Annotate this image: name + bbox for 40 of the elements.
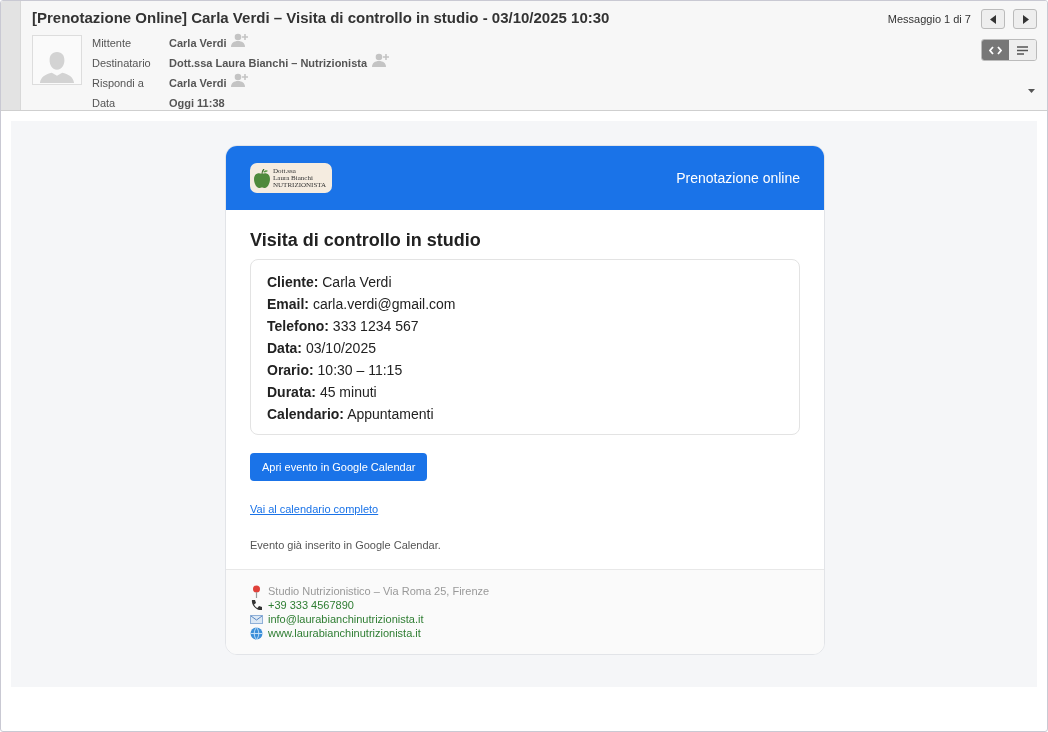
text-view-button[interactable] (1009, 40, 1036, 60)
expand-caret-icon[interactable] (1028, 89, 1035, 93)
html-view-button[interactable] (982, 40, 1009, 60)
field-value[interactable]: Carla Verdi (169, 37, 227, 49)
envelope-icon (250, 612, 263, 626)
detail-line: Cliente: Carla Verdi (267, 273, 393, 292)
code-icon (989, 45, 1002, 55)
globe-icon (250, 626, 263, 640)
field-label: Data (92, 97, 117, 109)
email-heading: Visita di controllo in studio (250, 230, 482, 251)
email-subject: [Prenotazione Online] Carla Verdi – Visita di controllo in studio - 03/10/2025 10:30 (32, 9, 610, 26)
field-label: Rispondi a (92, 77, 145, 89)
field-label: Mittente (92, 37, 133, 49)
lines-icon (1017, 45, 1028, 55)
open-calendar-button[interactable]: Apri evento in Google Calendar (250, 453, 428, 481)
note-text: Evento già inserito in Google Calendar. (250, 539, 442, 551)
field-value[interactable]: Carla Verdi (169, 77, 227, 89)
detail-line: Data: 03/10/2025 (267, 339, 377, 358)
contact-link[interactable]: +39 333 4567890 (268, 599, 354, 611)
field-label: Destinatario (92, 57, 152, 69)
avatar-icon (32, 35, 82, 85)
left-triangle-icon (989, 14, 997, 24)
pin-icon (250, 584, 263, 598)
detail-line: Orario: 10:30 – 11:15 (267, 361, 404, 380)
phone-icon (250, 598, 263, 612)
field-value[interactable]: Dott.ssa Laura Bianchi – Nutrizionista (169, 57, 368, 69)
address-text: Studio Nutrizionistico – Via Roma 25, Firenze (268, 585, 490, 597)
detail-line: Durata: 45 minuti (267, 383, 378, 402)
contact-link[interactable]: www.laurabianchinutrizionista.it (268, 627, 421, 639)
detail-line: Calendario: Appuntamenti (267, 405, 435, 424)
contact-link[interactable]: info@laurabianchinutrizionista.it (268, 613, 424, 625)
calendar-link[interactable]: Vai al calendario completo (250, 503, 379, 515)
field-value[interactable]: Oggi 11:38 (169, 97, 225, 109)
message-counter: Messaggio 1 di 7 (887, 13, 971, 25)
right-triangle-icon (1021, 14, 1029, 24)
detail-line: Email: carla.verdi@gmail.com (267, 295, 457, 314)
next-button[interactable] (1013, 9, 1037, 29)
previous-button[interactable] (981, 9, 1005, 29)
detail-line: Telefono: 333 1234 567 (267, 317, 420, 336)
banner-title: Prenotazione online (676, 170, 800, 186)
